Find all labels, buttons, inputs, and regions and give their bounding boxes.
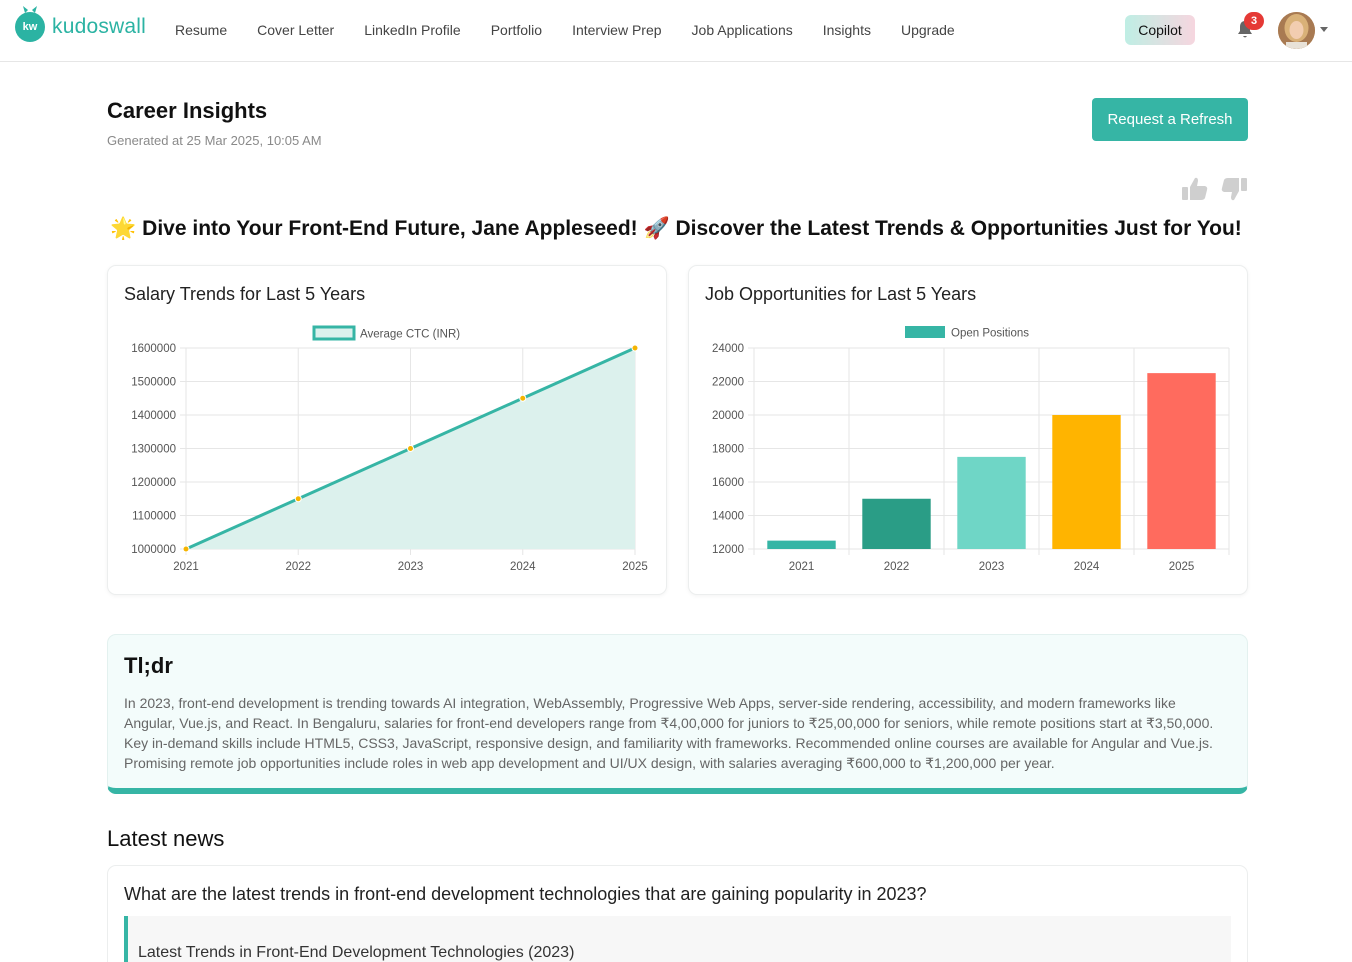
tldr-title: Tl;dr	[124, 653, 173, 678]
salary-data-point	[631, 344, 639, 352]
copilot-button[interactable]: Copilot	[1125, 15, 1195, 45]
salary-chart: Average CTC (INR) 1600000 1500000 1400000 13…	[131, 325, 648, 573]
jobs-y-tick-label: 18000	[712, 444, 744, 456]
jobs-bar	[767, 540, 836, 549]
salary-x-tick-label: 2023	[398, 561, 424, 573]
logo-text: kudoswall	[52, 15, 147, 38]
avatar-menu-caret-icon[interactable]	[1320, 27, 1328, 32]
nav-link-portfolio[interactable]: Portfolio	[491, 22, 542, 38]
salary-y-tick-label: 1200000	[131, 477, 176, 489]
news-card: What are the latest trends in front-end …	[107, 865, 1248, 962]
top-nav: kw kudoswall Resume Cover Letter LinkedI…	[0, 0, 1352, 62]
jobs-bar	[1052, 415, 1121, 549]
hero-headline: 🌟 Dive into Your Front-End Future, Jane …	[110, 217, 1242, 240]
nav-link-insights[interactable]: Insights	[823, 22, 871, 38]
jobs-x-tick-label: 2022	[884, 561, 910, 573]
news-answer-heading: Latest Trends in Front-End Development T…	[138, 944, 575, 961]
nav-link-cover-letter[interactable]: Cover Letter	[257, 22, 334, 38]
nav-link-upgrade[interactable]: Upgrade	[901, 22, 955, 38]
jobs-bar	[1147, 373, 1216, 549]
salary-x-tick-label: 2024	[510, 561, 536, 573]
salary-data-point	[407, 445, 414, 452]
page-title: Career Insights	[107, 98, 268, 123]
jobs-chart-card: Job Opportunities for Last 5 Years Open …	[688, 265, 1248, 595]
thumbs-up-icon[interactable]	[1181, 176, 1209, 202]
latest-news-heading: Latest news	[107, 826, 225, 851]
logo-badge-text: kw	[22, 21, 38, 33]
jobs-bar	[957, 456, 1026, 549]
salary-y-tick-label: 1300000	[131, 444, 176, 456]
salary-y-tick-label: 1100000	[132, 511, 176, 523]
jobs-y-tick-label: 22000	[712, 377, 744, 389]
jobs-x-tick-label: 2023	[979, 561, 1005, 573]
salary-y-tick-label: 1500000	[131, 377, 176, 389]
jobs-y-tick-label: 14000	[712, 511, 744, 523]
jobs-x-tick-label: 2024	[1074, 561, 1100, 573]
nav-link-job-applications[interactable]: Job Applications	[692, 22, 793, 38]
salary-x-tick-label: 2025	[622, 561, 648, 573]
logo[interactable]: kw kudoswall	[15, 6, 147, 42]
salary-data-point	[294, 495, 302, 503]
tldr-body: In 2023, front-end development is trendi…	[124, 695, 1214, 771]
salary-x-tick-label: 2022	[285, 561, 311, 573]
thumbs-down-icon[interactable]	[1220, 176, 1248, 202]
jobs-y-tick-label: 20000	[712, 410, 744, 422]
logo-ears-icon	[23, 6, 37, 13]
news-question: What are the latest trends in front-end …	[124, 884, 927, 904]
salary-legend-label: Average CTC (INR)	[360, 329, 460, 341]
logo-badge: kw	[15, 6, 45, 42]
jobs-legend-swatch	[905, 326, 945, 338]
salary-chart-card: Salary Trends for Last 5 Years Average C…	[107, 265, 667, 595]
nav-link-interview-prep[interactable]: Interview Prep	[572, 22, 661, 38]
tldr-card: Tl;dr In 2023, front-end development is …	[107, 634, 1248, 794]
request-refresh-button[interactable]: Request a Refresh	[1092, 98, 1248, 141]
salary-y-tick-label: 1400000	[131, 410, 176, 422]
user-avatar-icon	[1278, 12, 1315, 49]
jobs-chart: Open Positions 24000 22000 20000 18000 16000 1…	[712, 326, 1230, 573]
jobs-legend-label: Open Positions	[951, 328, 1029, 340]
jobs-bar	[862, 498, 931, 549]
jobs-x-tick-label: 2025	[1169, 561, 1195, 573]
jobs-x-tick-label: 2021	[789, 561, 815, 573]
news-answer-block: Latest Trends in Front-End Development T…	[124, 916, 1231, 962]
jobs-y-tick-label: 24000	[712, 343, 744, 355]
generated-timestamp: Generated at 25 Mar 2025, 10:05 AM	[107, 133, 322, 148]
nav-link-linkedin-profile[interactable]: LinkedIn Profile	[364, 22, 461, 38]
salary-y-tick-label: 1000000	[131, 544, 176, 556]
nav-links: Resume Cover Letter LinkedIn Profile Por…	[175, 22, 985, 38]
salary-y-tick-label: 1600000	[131, 343, 176, 355]
jobs-y-tick-label: 12000	[712, 544, 744, 556]
salary-legend-swatch	[312, 325, 356, 341]
avatar[interactable]	[1278, 12, 1315, 49]
nav-link-resume[interactable]: Resume	[175, 22, 227, 38]
jobs-y-tick-label: 16000	[712, 477, 744, 489]
salary-x-tick-label: 2021	[173, 561, 199, 573]
salary-data-point	[182, 545, 190, 553]
notification-badge: 3	[1244, 12, 1264, 30]
salary-data-point	[519, 394, 527, 402]
